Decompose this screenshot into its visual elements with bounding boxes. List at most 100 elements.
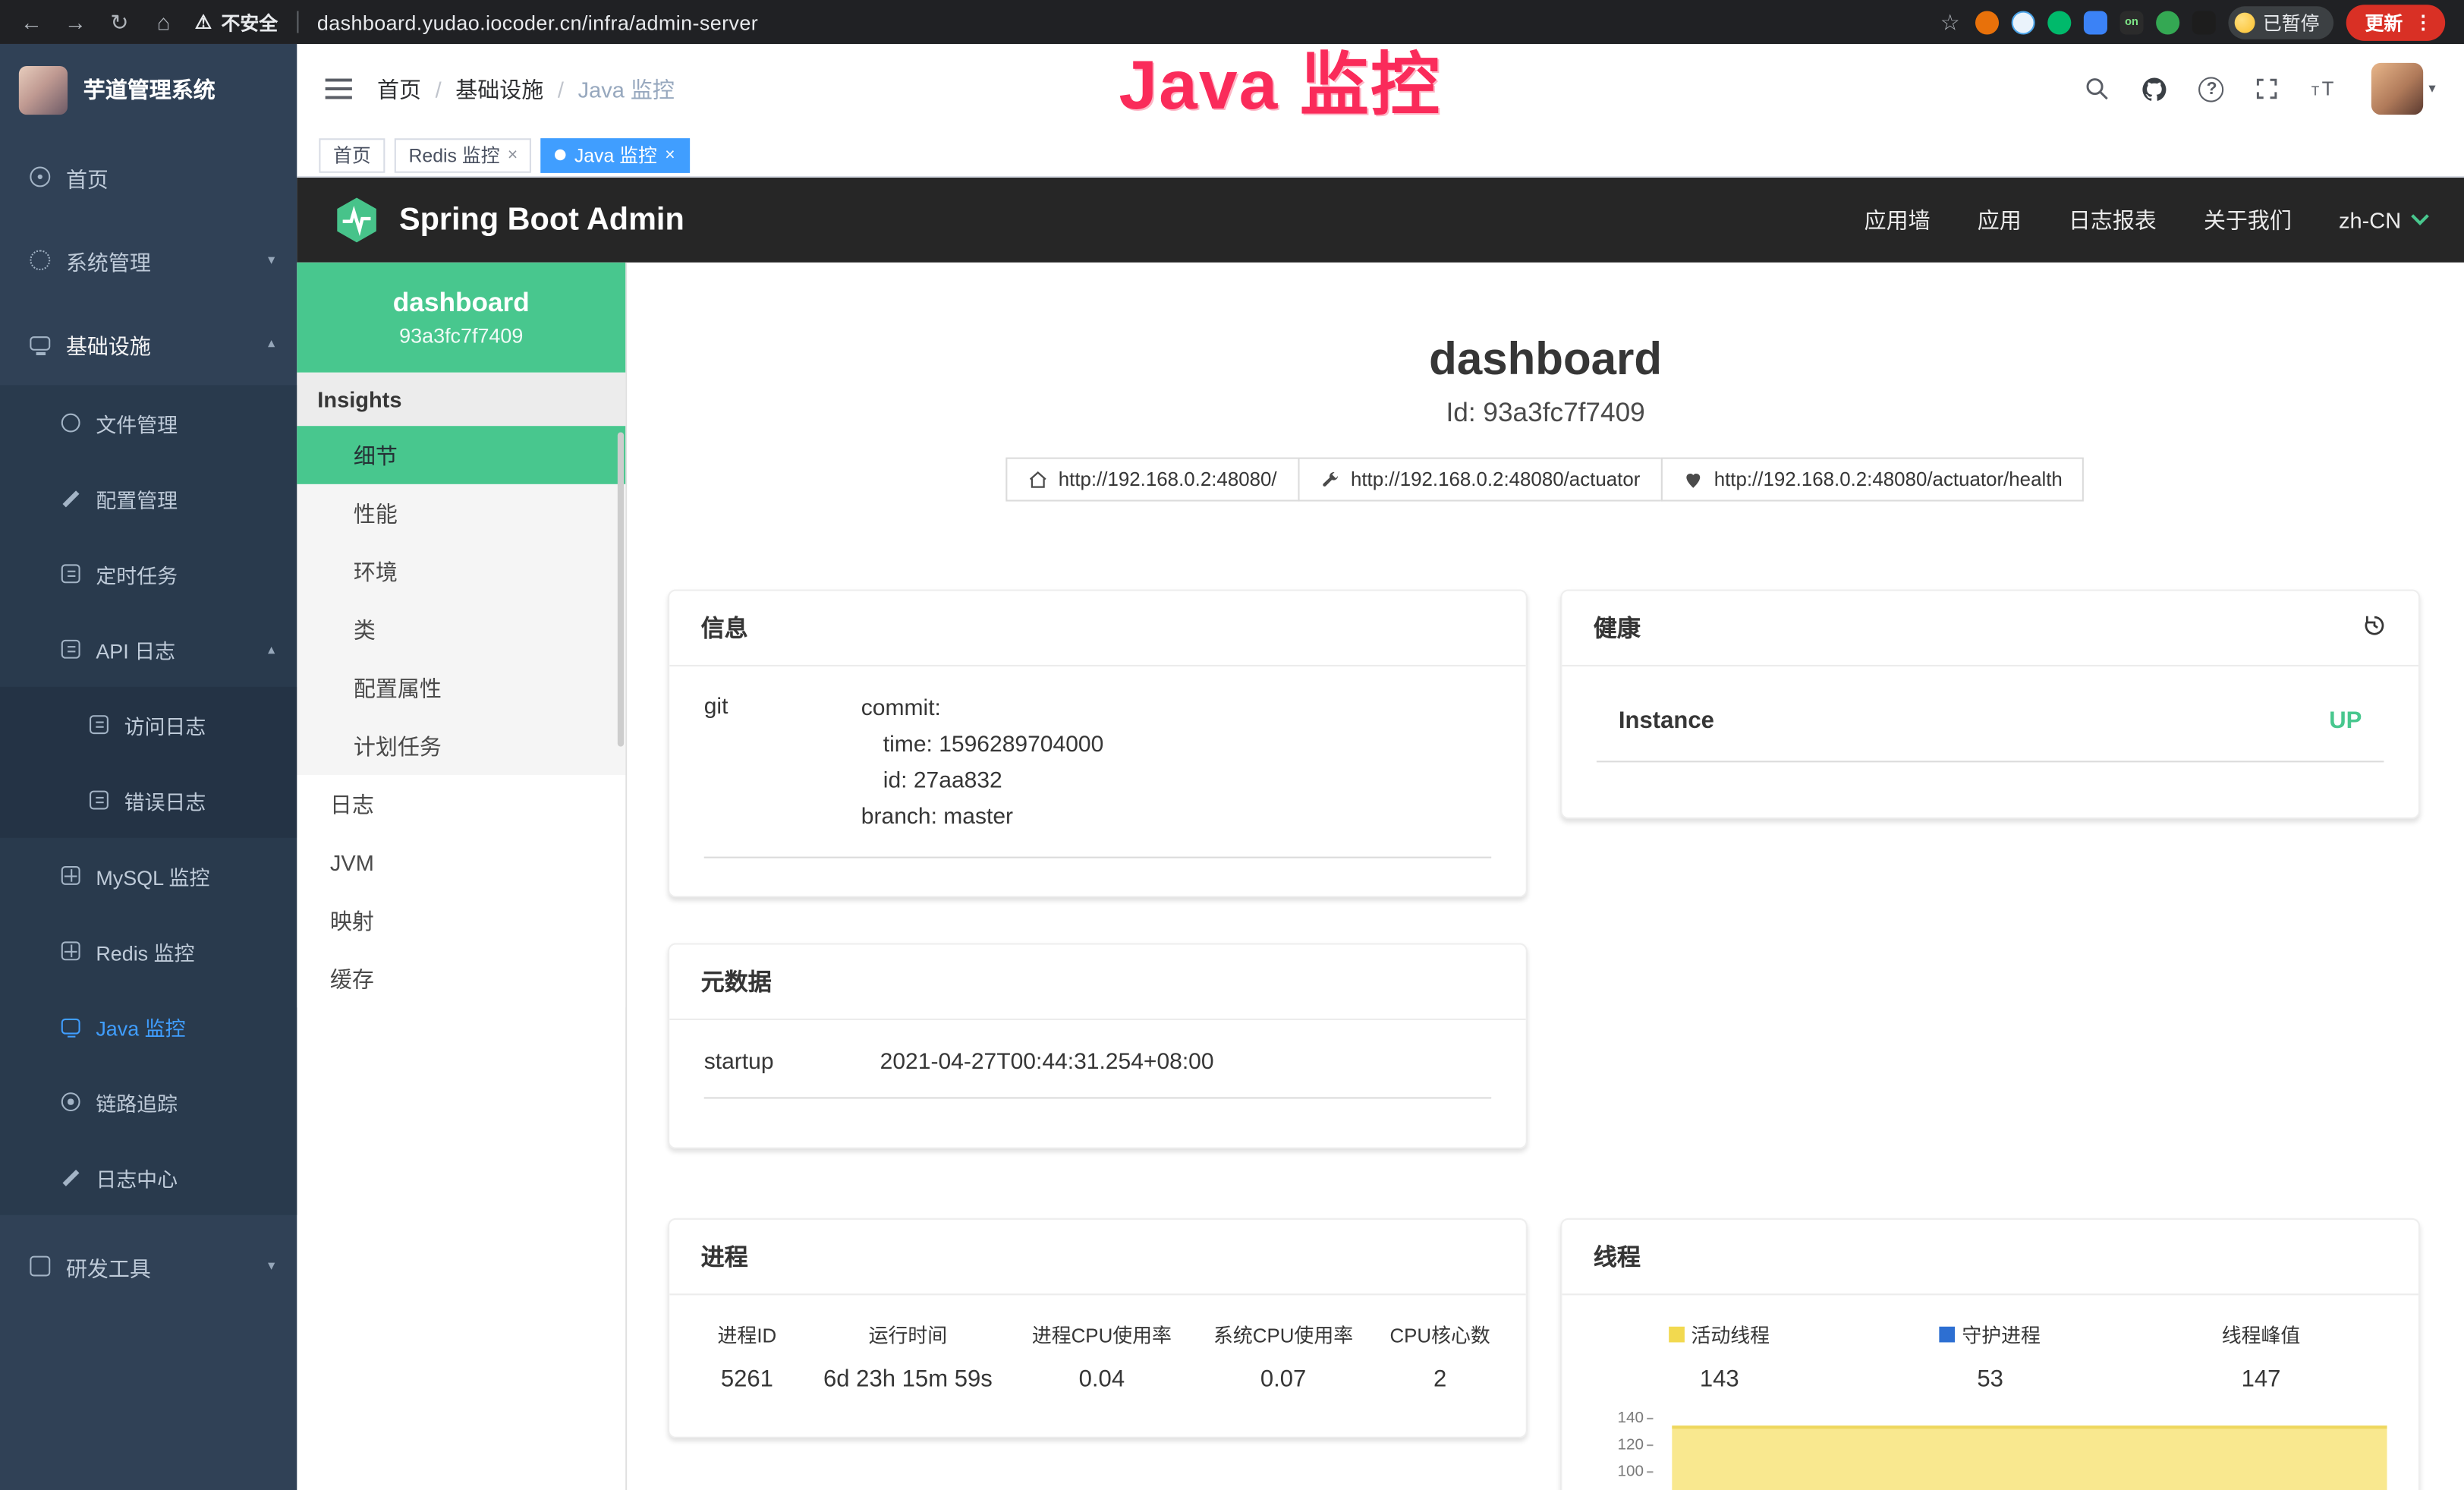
extensions-puzzle-icon[interactable] — [2192, 10, 2216, 33]
sba-item-config-props[interactable]: 配置属性 — [297, 659, 625, 717]
process-table: 进程ID 运行时间 进程CPU使用率 系统CPU使用率 CPU核心数 5261 … — [669, 1295, 1526, 1392]
page-subtitle: Id: 93a3fc7f7409 — [627, 398, 2464, 429]
emoji-face-icon — [2235, 12, 2255, 33]
extension-icon-3[interactable] — [2047, 10, 2071, 33]
process-col-header: 进程ID — [685, 1318, 809, 1348]
sidebar-item-config[interactable]: 配置管理 — [0, 461, 297, 536]
sidebar-item-label: 链路追踪 — [96, 1087, 178, 1117]
legend-swatch-yellow — [1669, 1326, 1685, 1342]
bookmark-star-icon[interactable]: ☆ — [1937, 8, 1962, 35]
reload-icon[interactable]: ↻ — [107, 8, 132, 35]
trace-icon — [61, 1092, 80, 1111]
search-icon[interactable] — [2085, 75, 2111, 102]
update-button[interactable]: 更新 ⋮ — [2346, 4, 2445, 40]
sidebar-item-system[interactable]: 系统管理 ▾ — [0, 219, 297, 302]
sidebar-menu: 首页 系统管理 ▾ 基础设施 ▴ 文件管理 配置管理 — [0, 135, 297, 1308]
close-icon[interactable]: × — [508, 146, 518, 165]
sba-item-caches[interactable]: 缓存 — [297, 950, 625, 1008]
tab-home[interactable]: 首页 — [319, 137, 385, 172]
help-icon[interactable]: ? — [2199, 76, 2224, 101]
sba-nav-wallboard[interactable]: 应用墙 — [1865, 204, 1931, 235]
sba-item-performance[interactable]: 性能 — [297, 484, 625, 543]
tab-java[interactable]: Java 监控 × — [541, 137, 689, 172]
paused-badge[interactable]: 已暂停 — [2228, 5, 2333, 38]
metadata-row: startup 2021-04-27T00:44:31.254+08:00 — [704, 1020, 1491, 1099]
sba-item-environment[interactable]: 环境 — [297, 542, 625, 600]
threads-chart: 140 120 100 — [1600, 1416, 2390, 1490]
sba-brand[interactable]: Spring Boot Admin — [332, 195, 684, 245]
sidebar-item-label: 访问日志 — [124, 710, 206, 739]
sidebar-item-java[interactable]: Java 监控 — [0, 989, 297, 1064]
redis-icon — [61, 941, 80, 960]
caret-down-icon: ▾ — [2428, 80, 2435, 98]
sidebar-item-redis[interactable]: Redis 监控 — [0, 913, 297, 988]
sidebar-item-mysql[interactable]: MySQL 监控 — [0, 838, 297, 913]
metadata-label: startup — [704, 1050, 880, 1075]
extension-icon-on[interactable]: on — [2119, 10, 2143, 33]
breadcrumb-home[interactable]: 首页 — [377, 73, 421, 104]
sba-nav-about[interactable]: 关于我们 — [2204, 204, 2292, 235]
sidebar-item-error-log[interactable]: 错误日志 — [0, 762, 297, 837]
back-icon[interactable]: ← — [19, 9, 44, 34]
hamburger-icon[interactable] — [326, 79, 352, 99]
sba-item-classes[interactable]: 类 — [297, 600, 625, 659]
sidebar-item-devtools[interactable]: 研发工具 ▾ — [0, 1224, 297, 1308]
info-row-value: commit: time: 1596289704000 id: 27aa832 … — [861, 691, 1491, 836]
sidebar-item-label: 定时任务 — [96, 559, 178, 588]
app-logo[interactable]: 芋道管理系统 — [0, 44, 297, 135]
instance-health-link[interactable]: http://192.168.0.2:48080/actuator/health — [1660, 458, 2085, 502]
breadcrumb-separator: / — [436, 76, 442, 101]
address-url[interactable]: dashboard.yudao.iocoder.cn/infra/admin-s… — [317, 10, 758, 33]
instance-base-link[interactable]: http://192.168.0.2:48080/ — [1005, 458, 1298, 502]
sba-item-details[interactable]: 细节 — [297, 426, 625, 484]
active-threads-area — [1672, 1425, 2387, 1490]
process-value: 6d 23h 15m 59s — [809, 1349, 1007, 1393]
fullscreen-icon[interactable] — [2254, 75, 2280, 102]
sba-item-mappings[interactable]: 映射 — [297, 891, 625, 950]
sidebar-item-log-center[interactable]: 日志中心 — [0, 1139, 297, 1214]
user-avatar[interactable]: ▾ — [2372, 63, 2436, 115]
extension-icon-1[interactable] — [1975, 10, 1999, 33]
sba-nav-applications[interactable]: 应用 — [1978, 204, 2022, 235]
locale-selector[interactable]: zh-CN — [2339, 207, 2429, 232]
extension-icon-2[interactable] — [2012, 10, 2035, 33]
card-title: 信息 — [701, 612, 748, 644]
sidebar-item-job[interactable]: 定时任务 — [0, 536, 297, 611]
security-chip[interactable]: ⚠ 不安全 — [195, 8, 278, 35]
sidebar-item-infra[interactable]: 基础设施 ▴ — [0, 302, 297, 386]
font-size-icon[interactable]: TT — [2311, 75, 2342, 102]
close-icon[interactable]: × — [665, 146, 675, 165]
legend-swatch-blue — [1940, 1326, 1956, 1342]
sidebar-item-trace[interactable]: 链路追踪 — [0, 1064, 297, 1139]
instance-actuator-link[interactable]: http://192.168.0.2:48080/actuator — [1298, 458, 1663, 502]
instance-header[interactable]: dashboard 93a3fc7f7409 — [297, 263, 625, 373]
breadcrumb-section[interactable]: 基础设施 — [455, 73, 543, 104]
history-icon[interactable] — [2362, 613, 2387, 644]
sba-item-logs[interactable]: 日志 — [297, 775, 625, 833]
annotation-java-monitor: Java 监控 — [1119, 28, 1441, 129]
browser-menu-icon[interactable]: ⋮ — [2414, 11, 2433, 33]
extension-icon-4[interactable] — [2084, 10, 2107, 33]
health-card: 健康 Instance UP — [1560, 590, 2420, 819]
sidebar-item-file[interactable]: 文件管理 — [0, 385, 297, 460]
toolbox-icon — [30, 1256, 50, 1277]
sba-item-scheduled-tasks[interactable]: 计划任务 — [297, 717, 625, 775]
dashboard-icon — [30, 167, 50, 187]
forward-icon[interactable]: → — [63, 9, 88, 34]
tab-redis[interactable]: Redis 监控 × — [395, 137, 532, 172]
sba-nav-journal[interactable]: 日志报表 — [2069, 204, 2157, 235]
sidebar-item-home[interactable]: 首页 — [0, 135, 297, 219]
scrollbar-thumb[interactable] — [618, 432, 624, 746]
sba-brand-label: Spring Boot Admin — [399, 202, 684, 238]
avatar-image — [2372, 63, 2424, 115]
sba-item-jvm[interactable]: JVM — [297, 833, 625, 892]
screenshot-root: ← → ↻ ⌂ ⚠ 不安全 dashboard.yudao.iocoder.cn… — [0, 0, 2464, 1490]
sba-main: dashboard Id: 93a3fc7f7409 http://192.16… — [627, 263, 2464, 1490]
sidebar-item-access-log[interactable]: 访问日志 — [0, 687, 297, 762]
sidebar-item-api-log[interactable]: API 日志 ▴ — [0, 612, 297, 687]
sba-menu-others: 日志 JVM 映射 缓存 — [297, 775, 625, 1007]
github-icon[interactable] — [2141, 74, 2169, 102]
process-card: 进程 进程ID 运行时间 进程CPU使用率 系统CPU使用率 CPU核心数 52… — [668, 1218, 1528, 1438]
browser-home-icon[interactable]: ⌂ — [151, 9, 176, 34]
extension-icon-5[interactable] — [2156, 10, 2179, 33]
